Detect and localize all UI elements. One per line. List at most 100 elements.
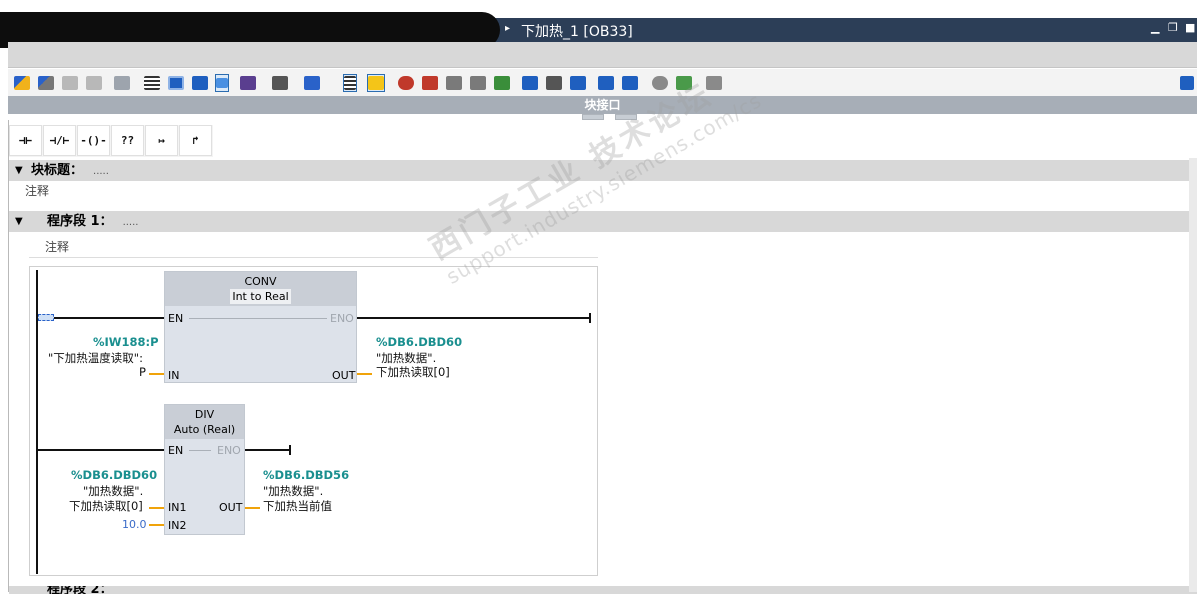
set-breakpoint-icon[interactable] <box>398 74 414 92</box>
conv-en-wire <box>38 317 164 319</box>
breadcrumb-separator-icon: ▸ <box>505 23 511 34</box>
open-all-networks-icon[interactable] <box>240 74 256 92</box>
div-in1-address[interactable]: %DB6.DBD60 <box>71 468 157 482</box>
div-out-address[interactable]: %DB6.DBD56 <box>263 468 349 482</box>
conv-out-symbol-tail: 下加热读取[0] <box>376 365 450 379</box>
conv-out-pin: OUT <box>332 369 356 382</box>
search-icon[interactable] <box>652 74 668 92</box>
conv-in-address[interactable]: %IW188:P <box>93 335 159 349</box>
div-out-pin: OUT <box>219 501 243 514</box>
insert-row-icon[interactable] <box>62 74 78 92</box>
coil-button[interactable]: -()- <box>77 125 110 156</box>
div-out-symbol-tail: 下加热当前值 <box>263 499 332 513</box>
network-1-body: CONV Int to Real EN ENO IN OUT %IW188:P … <box>29 266 598 576</box>
go-to-icon[interactable] <box>570 74 586 92</box>
network-1-label: 程序段 1：..... <box>47 214 139 229</box>
window-buttons: ▁ ❐ ■ <box>1151 22 1195 34</box>
title-bar: ▸ 下加热_1 [OB33] ▁ ❐ ■ <box>0 12 1197 48</box>
conv-type[interactable]: Int to Real <box>230 289 291 304</box>
conv-title: CONV <box>244 275 277 288</box>
no-contact-button[interactable]: ⊣⊢ <box>9 125 42 156</box>
jump-forward-icon[interactable] <box>622 74 638 92</box>
symbol-icon[interactable] <box>192 74 208 92</box>
conv-out-address[interactable]: %DB6.DBD60 <box>376 335 462 349</box>
monitor-icon[interactable] <box>114 74 130 92</box>
panel-toggle-icon[interactable] <box>1180 74 1194 92</box>
rung-end <box>589 313 591 323</box>
conv-box[interactable]: CONV Int to Real EN ENO IN OUT <box>164 271 357 383</box>
next-error-icon[interactable] <box>546 74 562 92</box>
restore-button[interactable]: ❐ <box>1168 22 1178 34</box>
conv-out-wire <box>357 373 372 375</box>
empty-box-button[interactable]: ?? <box>111 125 144 156</box>
editor-header-strip <box>8 42 1197 68</box>
database-icon[interactable] <box>706 74 722 92</box>
open-branch-button[interactable]: ↦ <box>145 125 178 156</box>
jump-back-icon[interactable] <box>598 74 614 92</box>
delete-network-icon[interactable] <box>38 74 54 92</box>
conv-eno-pin: ENO <box>330 312 354 325</box>
minimize-button[interactable]: ▁ <box>1151 22 1161 34</box>
conv-in-pin: IN <box>168 369 180 382</box>
instruction-favorites-bar: ⊣⊢ ⊣/⊢ -()- ?? ↦ ↱ <box>9 125 213 157</box>
close-branch-button[interactable]: ↱ <box>179 125 212 156</box>
div-rung-end <box>289 445 291 455</box>
nc-contact-button[interactable]: ⊣/⊢ <box>43 125 76 156</box>
network-overview-icon[interactable] <box>304 74 320 92</box>
div-in2-constant[interactable]: 10.0 <box>122 518 147 531</box>
div-out-symbol[interactable]: "加热数据". <box>263 483 323 499</box>
div-en-pin: EN <box>168 444 184 457</box>
conv-header: CONV Int to Real <box>165 272 356 306</box>
insert-network-icon[interactable] <box>14 74 30 92</box>
div-in1-symbol-tail: 下加热读取[0] <box>69 499 143 513</box>
favorites-icon[interactable] <box>168 74 184 92</box>
network-1-header[interactable]: ▼ 程序段 1：..... <box>9 211 1197 232</box>
div-title: DIV <box>194 408 215 421</box>
network-2-header[interactable]: 程序段 2： <box>9 586 1197 594</box>
close-all-networks-icon[interactable] <box>272 74 288 92</box>
previous-error-icon[interactable] <box>522 74 538 92</box>
div-en-eno-link <box>189 450 211 451</box>
div-eno-wire <box>245 449 290 451</box>
network-2-label: 程序段 2： <box>47 586 113 594</box>
conv-eno-wire <box>357 317 591 319</box>
vertical-scrollbar[interactable] <box>1189 158 1197 592</box>
block-title-header[interactable]: ▼ 块标题：..... <box>9 160 1197 181</box>
div-in1-symbol[interactable]: "加热数据". <box>83 483 143 499</box>
div-out-wire <box>245 507 260 509</box>
conv-en-eno-link <box>189 318 327 319</box>
comments-toggle-icon[interactable] <box>215 74 229 92</box>
div-header: DIV Auto (Real) <box>165 405 244 439</box>
list-view-icon[interactable] <box>343 74 357 92</box>
network-1-comment[interactable]: 注释 <box>45 238 69 255</box>
div-in2-pin: IN2 <box>168 519 187 532</box>
collapse-arrow-icon[interactable]: ▼ <box>15 211 23 232</box>
wire-selection-marker[interactable] <box>38 314 54 321</box>
div-in2-wire <box>149 524 164 526</box>
div-eno-pin: ENO <box>217 444 241 457</box>
compare-offline-icon[interactable] <box>470 74 486 92</box>
remove-breakpoint-icon[interactable] <box>422 74 438 92</box>
conv-in-symbol-tail: P <box>139 365 146 379</box>
div-type[interactable]: Auto (Real) <box>165 422 244 437</box>
div-en-wire <box>38 449 164 451</box>
div-in1-wire <box>149 507 164 509</box>
add-row-icon[interactable] <box>86 74 102 92</box>
absolute-operands-icon[interactable] <box>144 74 160 92</box>
monitoring-glasses-icon[interactable] <box>676 74 692 92</box>
block-title-label: 块标题：..... <box>31 163 109 178</box>
highlight-icon[interactable] <box>367 74 385 92</box>
conv-en-pin: EN <box>168 312 184 325</box>
conv-in-wire <box>149 373 164 375</box>
collapse-arrow-icon[interactable]: ▼ <box>15 160 23 181</box>
block-interface-bar[interactable]: 块接口 <box>8 96 1197 114</box>
conv-in-symbol[interactable]: "下加热温度读取": <box>48 350 143 366</box>
editor-toolbar <box>8 69 1197 96</box>
div-in1-pin: IN1 <box>168 501 187 514</box>
div-box[interactable]: DIV Auto (Real) EN ENO IN1 IN2 OUT <box>164 404 245 535</box>
editor-title: 下加热_1 [OB33] <box>521 24 633 40</box>
maximize-button[interactable]: ■ <box>1185 22 1195 34</box>
download-icon[interactable] <box>494 74 510 92</box>
block-comment[interactable]: 注释 <box>25 182 49 199</box>
compare-icon[interactable] <box>446 74 462 92</box>
